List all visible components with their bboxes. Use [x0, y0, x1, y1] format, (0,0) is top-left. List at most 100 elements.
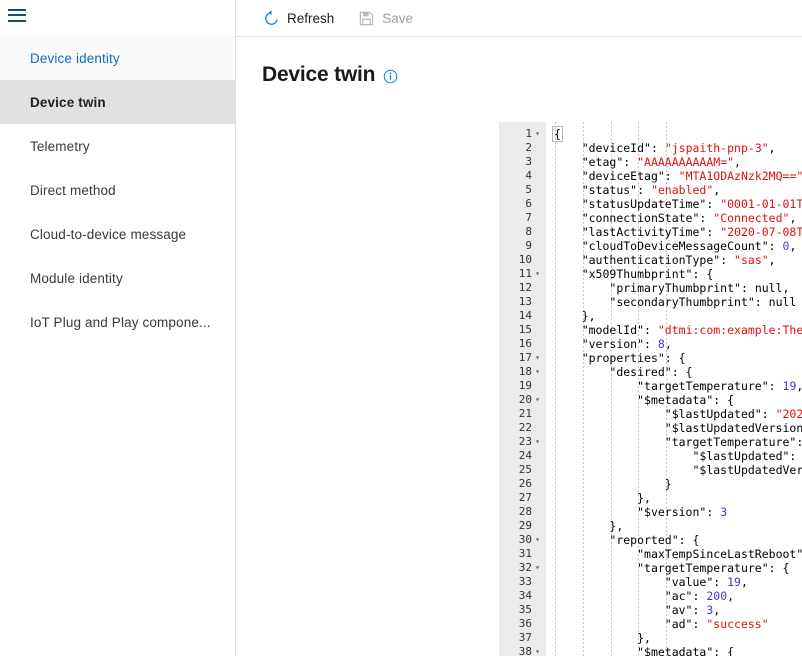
- save-label: Save: [382, 11, 413, 26]
- line-number: 2: [525, 141, 532, 155]
- sidebar-item-telemetry[interactable]: Telemetry: [0, 124, 235, 168]
- code-line: "targetTemperature": {: [546, 561, 802, 575]
- refresh-button[interactable]: Refresh: [261, 3, 342, 33]
- token-key: "$version": [637, 505, 706, 519]
- token-str: "dtmi:com:example:Thermostat;1": [658, 323, 802, 337]
- gutter-line: 8: [499, 225, 546, 239]
- token-key: "statusUpdateTime": [582, 197, 707, 211]
- token-kw: null: [755, 281, 783, 295]
- code-line: "etag": "AAAAAAAAAAM=",: [546, 155, 802, 169]
- page-title: Device twin: [262, 63, 375, 87]
- fold-spacer: [532, 463, 543, 477]
- gutter-line: 36: [499, 617, 546, 631]
- token-pun: ,: [727, 589, 734, 603]
- gutter-line: 6: [499, 197, 546, 211]
- code-line: "modelId": "dtmi:com:example:Thermostat;…: [546, 323, 802, 337]
- fold-spacer: [532, 281, 543, 295]
- sidebar-item-label: Direct method: [30, 183, 116, 198]
- token-pun: ,: [789, 211, 796, 225]
- fold-spacer: [532, 169, 543, 183]
- token-brace: {: [552, 126, 563, 142]
- code-line: "reported": {: [546, 533, 802, 547]
- fold-arrow-icon[interactable]: ▾: [532, 533, 543, 547]
- refresh-label: Refresh: [287, 11, 334, 26]
- fold-spacer: [532, 295, 543, 309]
- code-line: "av": 3,: [546, 603, 802, 617]
- token-pun: : {: [796, 435, 802, 449]
- line-number: 27: [519, 491, 532, 505]
- sidebar-item-device-twin[interactable]: Device twin: [0, 80, 235, 124]
- token-key: "primaryThumbprint": [609, 281, 741, 295]
- line-number: 10: [519, 253, 532, 267]
- line-number: 32: [519, 561, 532, 575]
- gutter-line: 32▾: [499, 561, 546, 575]
- gutter-line: 33: [499, 575, 546, 589]
- line-number: 8: [525, 225, 532, 239]
- fold-arrow-icon[interactable]: ▾: [532, 393, 543, 407]
- token-str: "2020-07-08T04:52:22.7449232Z": [720, 225, 802, 239]
- fold-spacer: [532, 225, 543, 239]
- token-pun: :: [741, 281, 755, 295]
- fold-arrow-icon[interactable]: ▾: [532, 561, 543, 575]
- code-line: "$lastUpdated": "2020-07-08T04:50:10.002…: [546, 449, 802, 463]
- token-pun: :: [769, 239, 783, 253]
- fold-arrow-icon[interactable]: ▾: [532, 645, 543, 656]
- json-editor[interactable]: 1▾2 3 4 5 6 7 8 9 10 11▾12 13 14 15 16 1…: [499, 122, 802, 656]
- fold-spacer: [532, 253, 543, 267]
- hamburger-icon[interactable]: [8, 9, 26, 22]
- code-line: "$metadata": {: [546, 393, 802, 407]
- line-number: 17: [519, 351, 532, 365]
- line-number: 7: [525, 211, 532, 225]
- token-key: "version": [582, 337, 644, 351]
- save-button[interactable]: Save: [356, 3, 421, 33]
- sidebar-item-iot-plug-and-play-compone[interactable]: IoT Plug and Play compone...: [0, 300, 235, 344]
- token-key: "deviceEtag": [582, 169, 665, 183]
- editor-code-area[interactable]: { "deviceId": "jspaith-pnp-3", "etag": "…: [546, 122, 802, 656]
- token-key: "etag": [582, 155, 624, 169]
- token-pun: :: [665, 169, 679, 183]
- info-icon[interactable]: [383, 69, 398, 84]
- line-number: 3: [525, 155, 532, 169]
- line-number: 30: [519, 533, 532, 547]
- gutter-line: 13: [499, 295, 546, 309]
- sidebar-item-direct-method[interactable]: Direct method: [0, 168, 235, 212]
- line-number: 25: [519, 463, 532, 477]
- fold-arrow-icon[interactable]: ▾: [532, 127, 543, 141]
- fold-spacer: [532, 309, 543, 323]
- sidebar-item-module-identity[interactable]: Module identity: [0, 256, 235, 300]
- token-num: 19: [783, 379, 797, 393]
- gutter-line: 31: [499, 547, 546, 561]
- sidebar: Device identityDevice twinTelemetry Direc…: [0, 0, 236, 656]
- token-key: "$lastUpdatedVersion": [665, 421, 802, 435]
- fold-arrow-icon[interactable]: ▾: [532, 435, 543, 449]
- line-number: 24: [519, 449, 532, 463]
- code-line: "deviceEtag": "MTA1ODAzNzk2MQ==",: [546, 169, 802, 183]
- line-number: 15: [519, 323, 532, 337]
- fold-spacer: [532, 631, 543, 645]
- line-number: 1: [525, 127, 532, 141]
- fold-spacer: [532, 379, 543, 393]
- token-pun: :: [706, 197, 720, 211]
- fold-spacer: [532, 603, 543, 617]
- token-key: "x509Thumbprint": [582, 267, 693, 281]
- token-key: "$lastUpdated": [692, 449, 789, 463]
- token-pun: : {: [713, 393, 734, 407]
- fold-arrow-icon[interactable]: ▾: [532, 351, 543, 365]
- token-num: 19: [727, 575, 741, 589]
- token-pun: :: [699, 211, 713, 225]
- token-key: "targetTemperature": [637, 379, 769, 393]
- sidebar-item-cloud-to-device-message[interactable]: Cloud-to-device message: [0, 212, 235, 256]
- fold-arrow-icon[interactable]: ▾: [532, 365, 543, 379]
- menu-toggle[interactable]: [0, 0, 235, 30]
- token-pun: ,: [713, 183, 720, 197]
- gutter-line: 30▾: [499, 533, 546, 547]
- sidebar-item-device-identity[interactable]: Device identity: [0, 36, 235, 80]
- token-pun: :: [755, 295, 769, 309]
- token-key: "properties": [582, 351, 665, 365]
- main-content: Refresh Save Device twin: [236, 0, 802, 656]
- token-str: "jspaith-pnp-3": [665, 141, 769, 155]
- fold-arrow-icon[interactable]: ▾: [532, 267, 543, 281]
- code-line: "secondaryThumbprint": null: [546, 295, 802, 309]
- line-number: 26: [519, 477, 532, 491]
- line-number: 36: [519, 617, 532, 631]
